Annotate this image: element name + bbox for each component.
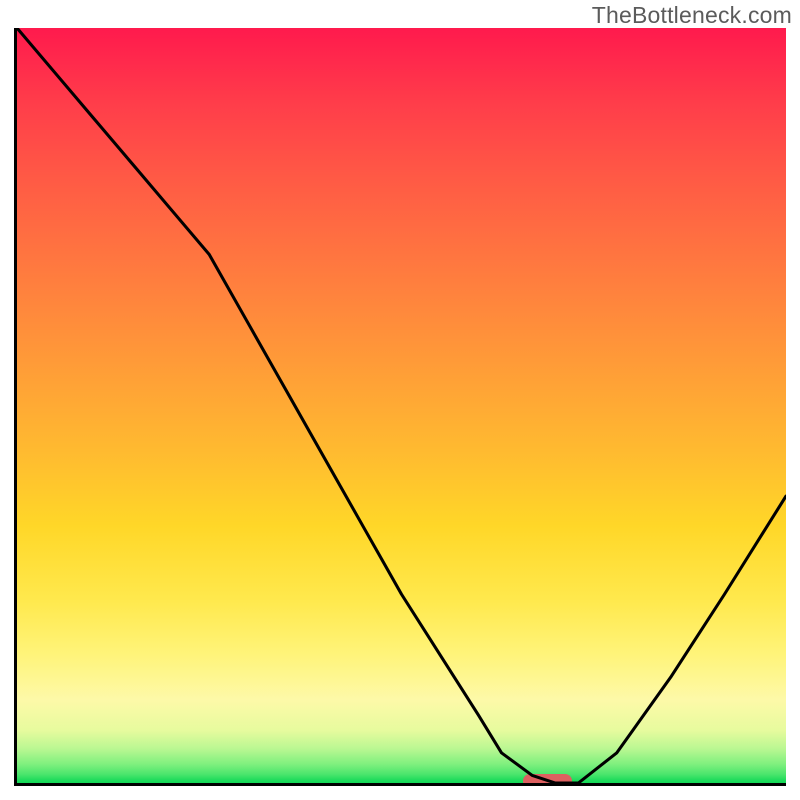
watermark-text: TheBottleneck.com — [592, 2, 792, 29]
bottleneck-curve — [17, 28, 786, 783]
curve-path — [17, 28, 786, 783]
plot-area — [14, 28, 786, 786]
chart-container: TheBottleneck.com — [0, 0, 800, 800]
